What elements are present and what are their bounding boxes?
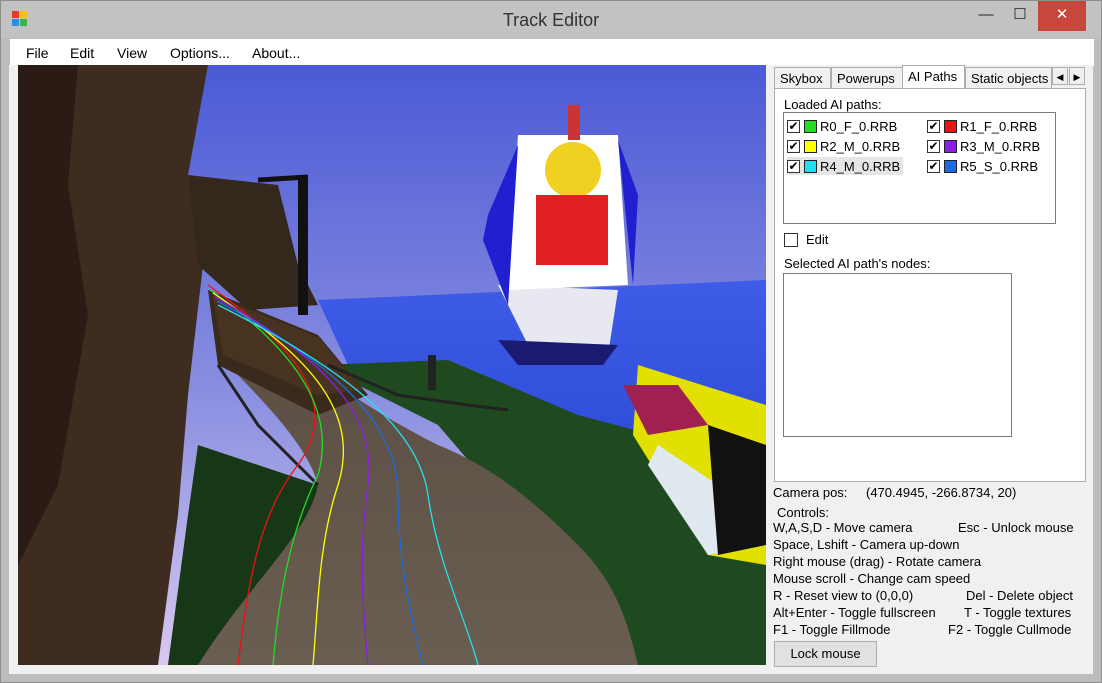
menu-options[interactable]: Options...	[170, 45, 230, 61]
scene-render	[18, 65, 766, 665]
path-color-swatch	[944, 119, 957, 133]
path-color-swatch	[944, 159, 957, 173]
window-title: Track Editor	[502, 10, 600, 30]
tab-scroll-left-icon[interactable]: ◀	[1052, 67, 1068, 85]
ai-paths-list[interactable]: ✔ R0_F_0.RRB ✔ R1_F_0.RRB ✔ R2_M_0.RRB ✔…	[783, 112, 1056, 224]
control-cullmode: F2 - Toggle Cullmode	[948, 622, 1072, 637]
path-checkbox[interactable]: ✔	[787, 159, 800, 173]
path-color-swatch	[804, 159, 817, 173]
ai-path-nodes-list[interactable]	[783, 273, 1012, 437]
path-checkbox[interactable]: ✔	[787, 139, 800, 153]
maximize-button[interactable]: ☐	[997, 1, 1043, 31]
control-fullscreen: Alt+Enter - Toggle fullscreen	[773, 605, 936, 620]
3d-viewport[interactable]	[18, 65, 766, 665]
menu-view[interactable]: View	[117, 45, 147, 61]
control-delete: Del - Delete object	[966, 588, 1073, 603]
path-checkbox[interactable]: ✔	[927, 159, 940, 173]
ai-path-item[interactable]: ✔ R4_M_0.RRB	[787, 157, 904, 175]
path-name: R1_F_0.RRB	[960, 118, 1038, 134]
control-rotate: Right mouse (drag) - Rotate camera	[773, 554, 982, 569]
control-speed: Mouse scroll - Change cam speed	[773, 571, 971, 586]
control-reset: R - Reset view to (0,0,0)	[773, 588, 914, 603]
menu-about[interactable]: About...	[252, 45, 300, 61]
camera-pos-value: (470.4945, -266.8734, 20)	[866, 485, 1017, 500]
camera-pos-label: Camera pos:	[773, 485, 848, 500]
ai-path-item[interactable]: ✔ R5_S_0.RRB	[927, 157, 1038, 175]
ai-path-item[interactable]: ✔ R0_F_0.RRB	[787, 117, 897, 135]
path-checkbox[interactable]: ✔	[927, 119, 940, 133]
tab-strip: Skybox Powerups AI Paths Static objects …	[774, 65, 1092, 89]
ai-path-item[interactable]: ✔ R1_F_0.RRB	[927, 117, 1037, 135]
tab-ai-paths[interactable]: AI Paths	[902, 65, 965, 89]
path-name: R3_M_0.RRB	[960, 138, 1041, 154]
path-color-swatch	[944, 139, 957, 153]
control-move: W,A,S,D - Move camera	[773, 520, 913, 535]
control-fillmode: F1 - Toggle Fillmode	[773, 622, 891, 637]
ai-path-item[interactable]: ✔ R3_M_0.RRB	[927, 137, 1040, 155]
edit-checkbox[interactable]	[784, 232, 798, 247]
path-checkbox[interactable]: ✔	[927, 139, 940, 153]
title-bar[interactable]: Track Editor — ☐ ✕	[1, 1, 1101, 38]
path-color-swatch	[804, 119, 817, 133]
path-checkbox[interactable]: ✔	[787, 119, 800, 133]
controls-label: Controls:	[777, 505, 830, 520]
tab-static-objects[interactable]: Static objects	[965, 67, 1052, 88]
menu-file[interactable]: File	[26, 45, 49, 61]
edit-checkbox-row[interactable]: Edit	[784, 232, 828, 247]
selected-nodes-label: Selected AI path's nodes:	[784, 256, 931, 271]
lock-mouse-button[interactable]: Lock mouse	[774, 641, 877, 667]
tab-scroll-right-icon[interactable]: ▶	[1069, 67, 1085, 85]
control-updown: Space, Lshift - Camera up-down	[773, 537, 960, 552]
menu-bar: File Edit View Options... About...	[10, 39, 1094, 66]
control-unlock: Esc - Unlock mouse	[958, 520, 1074, 535]
close-button[interactable]: ✕	[1038, 1, 1086, 31]
path-name: R4_M_0.RRB	[820, 158, 901, 174]
ai-path-item[interactable]: ✔ R2_M_0.RRB	[787, 137, 900, 155]
path-name: R0_F_0.RRB	[820, 118, 898, 134]
menu-edit[interactable]: Edit	[70, 45, 94, 61]
tab-powerups[interactable]: Powerups	[831, 67, 903, 88]
path-name: R5_S_0.RRB	[960, 158, 1039, 174]
tab-skybox[interactable]: Skybox	[774, 67, 831, 88]
path-color-swatch	[804, 139, 817, 153]
loaded-ai-paths-label: Loaded AI paths:	[784, 97, 882, 112]
control-textures: T - Toggle textures	[964, 605, 1072, 620]
ai-paths-page: Loaded AI paths: ✔ R0_F_0.RRB ✔ R1_F_0.R…	[774, 88, 1086, 482]
edit-label: Edit	[806, 232, 829, 247]
path-name: R2_M_0.RRB	[820, 138, 901, 154]
